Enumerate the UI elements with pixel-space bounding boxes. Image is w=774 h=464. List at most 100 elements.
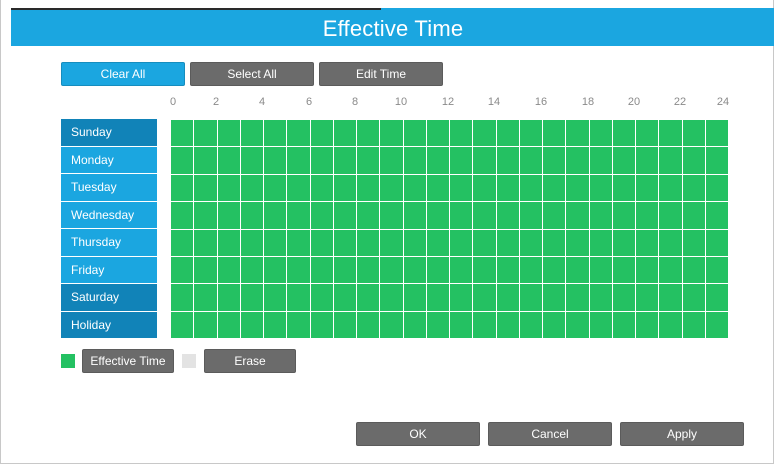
schedule-cell[interactable] xyxy=(357,202,381,230)
schedule-cell[interactable] xyxy=(380,311,404,339)
day-sunday[interactable]: Sunday xyxy=(61,119,157,147)
schedule-cell[interactable] xyxy=(194,311,218,339)
schedule-cell[interactable] xyxy=(566,174,590,203)
schedule-cell[interactable] xyxy=(240,229,264,257)
schedule-cell[interactable] xyxy=(636,256,660,285)
schedule-cell[interactable] xyxy=(543,256,567,285)
schedule-cell[interactable] xyxy=(566,311,590,339)
schedule-cell[interactable] xyxy=(357,120,381,148)
schedule-cell[interactable] xyxy=(659,202,683,230)
schedule-cell[interactable] xyxy=(450,147,474,175)
day-thursday[interactable]: Thursday xyxy=(61,229,157,257)
schedule-cell[interactable] xyxy=(496,311,520,339)
schedule-cell[interactable] xyxy=(519,284,543,312)
schedule-cell[interactable] xyxy=(310,256,334,285)
schedule-cell[interactable] xyxy=(589,120,613,148)
schedule-cell[interactable] xyxy=(496,120,520,148)
schedule-cell[interactable] xyxy=(543,120,567,148)
schedule-cell[interactable] xyxy=(240,311,264,339)
schedule-cell[interactable] xyxy=(380,229,404,257)
schedule-cell[interactable] xyxy=(450,229,474,257)
schedule-cell[interactable] xyxy=(612,284,636,312)
schedule-cell[interactable] xyxy=(333,284,357,312)
schedule-cell[interactable] xyxy=(310,120,334,148)
schedule-cell[interactable] xyxy=(612,174,636,203)
schedule-cell[interactable] xyxy=(659,311,683,339)
schedule-cell[interactable] xyxy=(380,284,404,312)
schedule-cell[interactable] xyxy=(473,311,497,339)
schedule-cell[interactable] xyxy=(682,174,706,203)
schedule-cell[interactable] xyxy=(333,120,357,148)
day-monday[interactable]: Monday xyxy=(61,146,157,174)
cancel-button[interactable]: Cancel xyxy=(488,422,612,446)
schedule-cell[interactable] xyxy=(519,311,543,339)
schedule-cell[interactable] xyxy=(543,311,567,339)
schedule-cell[interactable] xyxy=(566,284,590,312)
schedule-cell[interactable] xyxy=(217,229,241,257)
day-wednesday[interactable]: Wednesday xyxy=(61,201,157,229)
schedule-cell[interactable] xyxy=(473,229,497,257)
schedule-cell[interactable] xyxy=(636,284,660,312)
schedule-cell[interactable] xyxy=(240,174,264,203)
schedule-cell[interactable] xyxy=(543,147,567,175)
schedule-cell[interactable] xyxy=(380,256,404,285)
schedule-cell[interactable] xyxy=(240,120,264,148)
schedule-cell[interactable] xyxy=(659,147,683,175)
schedule-cell[interactable] xyxy=(264,120,288,148)
schedule-cell[interactable] xyxy=(589,147,613,175)
schedule-cell[interactable] xyxy=(333,174,357,203)
schedule-cell[interactable] xyxy=(473,202,497,230)
schedule-cell[interactable] xyxy=(473,284,497,312)
schedule-cell[interactable] xyxy=(682,256,706,285)
schedule-cell[interactable] xyxy=(217,174,241,203)
schedule-cell[interactable] xyxy=(589,229,613,257)
schedule-cell[interactable] xyxy=(333,202,357,230)
schedule-cell[interactable] xyxy=(333,256,357,285)
schedule-cell[interactable] xyxy=(310,147,334,175)
schedule-cell[interactable] xyxy=(636,174,660,203)
schedule-cell[interactable] xyxy=(473,174,497,203)
schedule-cell[interactable] xyxy=(380,202,404,230)
schedule-cell[interactable] xyxy=(310,284,334,312)
schedule-cell[interactable] xyxy=(473,147,497,175)
schedule-cell[interactable] xyxy=(426,284,450,312)
schedule-cell[interactable] xyxy=(403,202,427,230)
schedule-cell[interactable] xyxy=(217,256,241,285)
schedule-cell[interactable] xyxy=(705,229,729,257)
schedule-cell[interactable] xyxy=(403,174,427,203)
schedule-cell[interactable] xyxy=(403,311,427,339)
schedule-cell[interactable] xyxy=(589,284,613,312)
schedule-cell[interactable] xyxy=(566,147,590,175)
schedule-cell[interactable] xyxy=(543,229,567,257)
schedule-cell[interactable] xyxy=(659,256,683,285)
schedule-cell[interactable] xyxy=(589,174,613,203)
day-friday[interactable]: Friday xyxy=(61,256,157,284)
schedule-cell[interactable] xyxy=(519,174,543,203)
schedule-cell[interactable] xyxy=(519,256,543,285)
schedule-cell[interactable] xyxy=(450,202,474,230)
schedule-cell[interactable] xyxy=(194,229,218,257)
schedule-cell[interactable] xyxy=(682,284,706,312)
schedule-cell[interactable] xyxy=(426,120,450,148)
ok-button[interactable]: OK xyxy=(356,422,480,446)
schedule-cell[interactable] xyxy=(240,202,264,230)
schedule-cell[interactable] xyxy=(171,284,195,312)
erase-button[interactable]: Erase xyxy=(204,349,296,373)
schedule-cell[interactable] xyxy=(264,147,288,175)
schedule-cell[interactable] xyxy=(287,256,311,285)
schedule-cell[interactable] xyxy=(519,202,543,230)
schedule-cell[interactable] xyxy=(589,311,613,339)
day-holiday[interactable]: Holiday xyxy=(61,311,157,339)
schedule-cell[interactable] xyxy=(357,174,381,203)
schedule-cell[interactable] xyxy=(589,256,613,285)
schedule-cell[interactable] xyxy=(636,202,660,230)
schedule-cell[interactable] xyxy=(240,284,264,312)
effective-time-button[interactable]: Effective Time xyxy=(82,349,174,373)
schedule-cell[interactable] xyxy=(659,120,683,148)
schedule-cell[interactable] xyxy=(612,147,636,175)
schedule-cell[interactable] xyxy=(496,174,520,203)
schedule-cell[interactable] xyxy=(194,147,218,175)
schedule-cell[interactable] xyxy=(171,229,195,257)
schedule-cell[interactable] xyxy=(566,202,590,230)
schedule-cell[interactable] xyxy=(589,202,613,230)
